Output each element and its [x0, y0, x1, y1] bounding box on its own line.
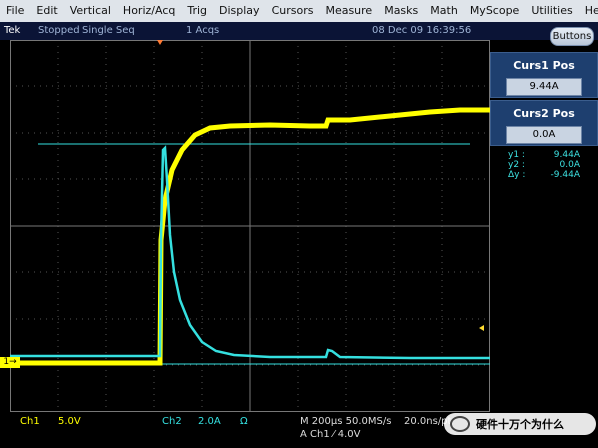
watermark-badge: 硬件十万个为什么 [444, 413, 596, 435]
y1-value: 9.44A [553, 150, 580, 160]
cursor1-position-panel[interactable]: Curs1 Pos 9.44A [490, 52, 598, 98]
cursor2-title: Curs2 Pos [513, 107, 575, 120]
trigger-position-marker [157, 40, 163, 45]
menu-horiz-acq[interactable]: Horiz/Acq [117, 0, 181, 22]
cursor1-title: Curs1 Pos [513, 59, 575, 72]
delta-y-value: -9.44A [550, 170, 580, 180]
menu-measure[interactable]: Measure [319, 0, 378, 22]
brand-label: Tek [4, 25, 21, 36]
wechat-icon [450, 416, 470, 432]
ch1-scale[interactable]: 5.0V [58, 416, 81, 427]
ch2-coupling: Ω [240, 416, 248, 427]
y2-value: 0.0A [559, 160, 580, 170]
cursor2-value[interactable]: 0.0A [506, 126, 582, 144]
menu-file[interactable]: File [0, 0, 30, 22]
menu-vertical[interactable]: Vertical [64, 0, 117, 22]
menu-trig[interactable]: Trig [181, 0, 213, 22]
ch1-label[interactable]: Ch1 [20, 416, 40, 427]
cursor1-value[interactable]: 9.44A [506, 78, 582, 96]
horizontal-scale[interactable]: M 200µs 50.0MS/s [300, 416, 391, 427]
acq-state: Stopped [38, 25, 80, 36]
cursor-readout: y1 : 9.44A y2 : 0.0A Δy : -9.44A [508, 150, 580, 180]
menu-edit[interactable]: Edit [30, 0, 63, 22]
delta-y-label: Δy : [508, 170, 526, 180]
cursor2-position-panel[interactable]: Curs2 Pos 0.0A [490, 100, 598, 146]
ch2-label[interactable]: Ch2 [162, 416, 182, 427]
buttons-button[interactable]: Buttons [550, 27, 594, 46]
ch2-scale[interactable]: 2.0A [198, 416, 221, 427]
y2-label: y2 : [508, 160, 525, 170]
menu-masks[interactable]: Masks [378, 0, 424, 22]
ch1-ref-level-marker [479, 325, 484, 331]
y1-label: y1 : [508, 150, 525, 160]
graticule-svg [10, 40, 490, 412]
menu-myscope[interactable]: MyScope [464, 0, 526, 22]
trigger-settings[interactable]: A Ch1 ⁄ 4.0V [300, 429, 360, 440]
menu-display[interactable]: Display [213, 0, 266, 22]
acq-mode: Single Seq [82, 25, 135, 36]
menu-help[interactable]: Help [579, 0, 598, 22]
menu-math[interactable]: Math [424, 0, 464, 22]
waveform-display [10, 40, 490, 412]
watermark-text: 硬件十万个为什么 [476, 418, 564, 431]
menu-utilities[interactable]: Utilities [525, 0, 578, 22]
status-bar: Tek Stopped Single Seq 1 Acqs 08 Dec 09 … [0, 22, 598, 40]
datetime: 08 Dec 09 16:39:56 [372, 25, 472, 36]
menu-bar: File Edit Vertical Horiz/Acq Trig Displa… [0, 0, 598, 23]
menu-cursors[interactable]: Cursors [266, 0, 320, 22]
ch1-ground-marker: 1→ [0, 357, 20, 368]
acq-count: 1 Acqs [186, 25, 220, 36]
